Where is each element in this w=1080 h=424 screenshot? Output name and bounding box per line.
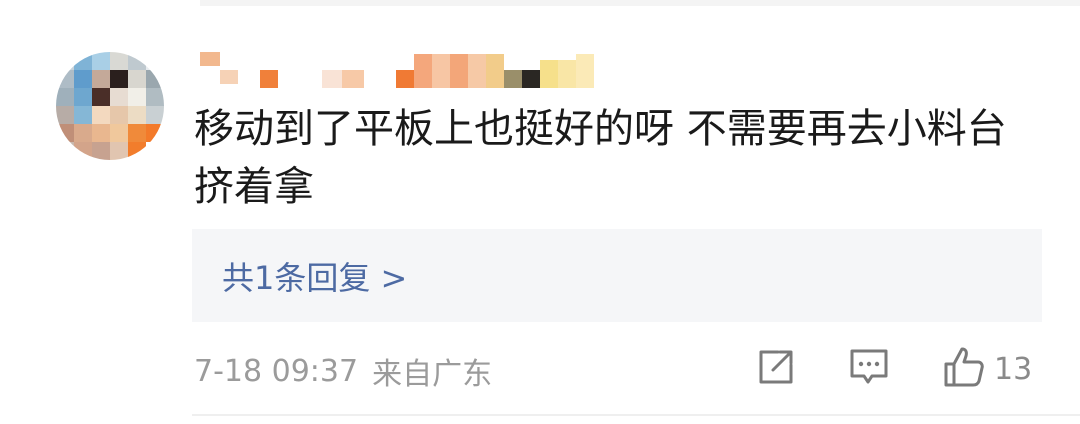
comment-meta: 7-18 09:37 来自广东 <box>194 348 492 394</box>
like-button[interactable]: 13 <box>942 345 1032 393</box>
comment-location: 来自广东 <box>372 357 493 392</box>
bottom-divider <box>192 414 1080 416</box>
like-count: 13 <box>994 351 1033 387</box>
comment-text: 移动到了平板上也挺好的呀 不需要再去小料台挤着拿 <box>194 106 1007 210</box>
comment-card: 移动到了平板上也挺好的呀 不需要再去小料台挤着拿 共1条回复 > 7-18 09… <box>0 0 1080 424</box>
comment-actions: 13 <box>756 344 1032 394</box>
thumbs-up-icon <box>942 345 986 393</box>
replies-box[interactable]: 共1条回复 > <box>192 229 1042 322</box>
share-button[interactable] <box>756 347 796 391</box>
share-icon <box>756 347 796 391</box>
comment-icon <box>848 346 890 392</box>
avatar[interactable] <box>56 52 164 160</box>
comment-button[interactable] <box>848 346 890 392</box>
top-divider <box>200 0 1080 6</box>
comment-date: 7-18 09:37 <box>194 353 359 389</box>
replies-link[interactable]: 共1条回复 > <box>222 253 407 299</box>
username-obscured[interactable] <box>200 48 594 88</box>
